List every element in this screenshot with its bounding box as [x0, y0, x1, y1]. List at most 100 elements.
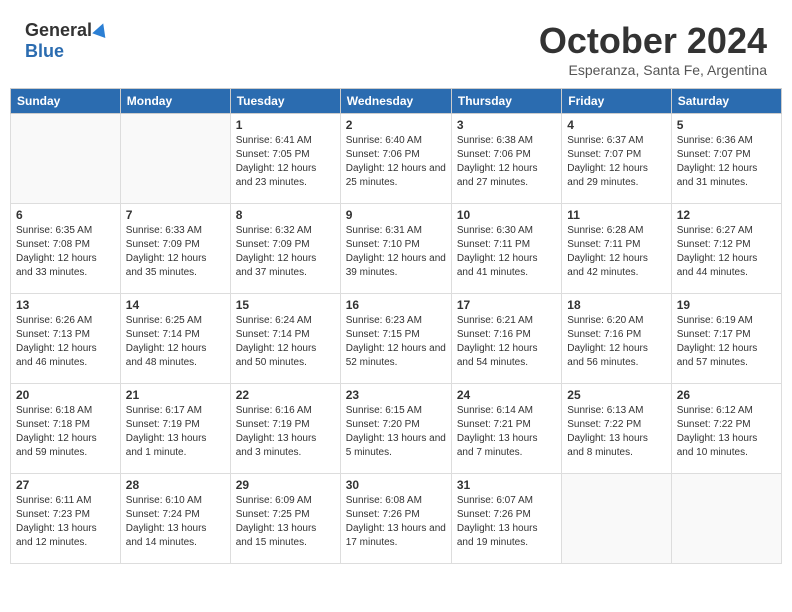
calendar-day-cell: 18 Sunrise: 6:20 AM Sunset: 7:16 PM Dayli… — [562, 294, 671, 384]
calendar-day-cell: 8Sunrise: 6:32 AM Sunset: 7:09 PM Daylig… — [230, 204, 340, 294]
day-info: Sunrise: 6:33 AM Sunset: 7:09 PM Dayligh… — [126, 224, 225, 280]
calendar-day-cell: 5Sunrise: 6:36 AM Sunset: 7:07 PM Daylig… — [671, 114, 781, 204]
day-info: Sunrise: 6:25 AM Sunset: 7:14 PM Dayligh… — [126, 314, 225, 370]
day-info: Sunrise: 6:21 AM Sunset: 7:16 PM Dayligh… — [457, 314, 556, 370]
calendar-day-cell: 24Sunrise: 6:14 AM Sunset: 7:21 PM Dayli… — [451, 384, 561, 474]
day-info: Sunrise: 6:16 AM Sunset: 7:19 PM Dayligh… — [236, 404, 335, 460]
calendar-day-cell: 2 Sunrise: 6:40 AM Sunset: 7:06 PM Daylig… — [340, 114, 451, 204]
day-info: Sunrise: 6:11 AM Sunset: 7:23 PM Dayligh… — [16, 494, 115, 550]
day-number: 20 — [16, 388, 115, 402]
calendar-day-header: Thursday — [451, 89, 561, 114]
day-number: 4 — [567, 118, 665, 132]
logo: General Blue — [25, 20, 108, 62]
calendar-day-cell: 17 Sunrise: 6:21 AM Sunset: 7:16 PM Dayli… — [451, 294, 561, 384]
month-title: October 2024 — [539, 20, 767, 62]
day-number: 13 — [16, 298, 115, 312]
day-number: 14 — [126, 298, 225, 312]
day-number: 5 — [677, 118, 776, 132]
calendar-day-cell: 23 Sunrise: 6:15 AM Sunset: 7:20 PM Dayli… — [340, 384, 451, 474]
calendar-day-cell: 7Sunrise: 6:33 AM Sunset: 7:09 PM Daylig… — [120, 204, 230, 294]
location-title: Esperanza, Santa Fe, Argentina — [539, 62, 767, 78]
calendar-day-cell: 25 Sunrise: 6:13 AM Sunset: 7:22 PM Dayli… — [562, 384, 671, 474]
calendar-week-row: 6 Sunrise: 6:35 AM Sunset: 7:08 PM Daylig… — [11, 204, 782, 294]
calendar-day-cell: 22 Sunrise: 6:16 AM Sunset: 7:19 PM Dayli… — [230, 384, 340, 474]
day-number: 26 — [677, 388, 776, 402]
calendar-day-cell: 27 Sunrise: 6:11 AM Sunset: 7:23 PM Dayli… — [11, 474, 121, 564]
day-number: 16 — [346, 298, 446, 312]
day-number: 17 — [457, 298, 556, 312]
day-info: Sunrise: 6:12 AM Sunset: 7:22 PM Dayligh… — [677, 404, 776, 460]
calendar-day-cell — [11, 114, 121, 204]
title-block: October 2024 Esperanza, Santa Fe, Argent… — [539, 20, 767, 78]
calendar-day-header: Wednesday — [340, 89, 451, 114]
day-info: Sunrise: 6:26 AM Sunset: 7:13 PM Dayligh… — [16, 314, 115, 370]
calendar-day-cell: 19Sunrise: 6:19 AM Sunset: 7:17 PM Dayli… — [671, 294, 781, 384]
calendar-day-cell: 15Sunrise: 6:24 AM Sunset: 7:14 PM Dayli… — [230, 294, 340, 384]
calendar-day-cell: 30 Sunrise: 6:08 AM Sunset: 7:26 PM Dayli… — [340, 474, 451, 564]
day-number: 27 — [16, 478, 115, 492]
calendar-day-cell — [120, 114, 230, 204]
calendar-day-cell: 26 Sunrise: 6:12 AM Sunset: 7:22 PM Dayli… — [671, 384, 781, 474]
day-number: 31 — [457, 478, 556, 492]
logo-text: General — [25, 20, 108, 41]
calendar-day-header: Tuesday — [230, 89, 340, 114]
day-number: 3 — [457, 118, 556, 132]
calendar-day-header: Friday — [562, 89, 671, 114]
day-info: Sunrise: 6:31 AM Sunset: 7:10 PM Dayligh… — [346, 224, 446, 280]
day-info: Sunrise: 6:20 AM Sunset: 7:16 PM Dayligh… — [567, 314, 665, 370]
calendar-day-cell — [671, 474, 781, 564]
calendar-table: SundayMondayTuesdayWednesdayThursdayFrid… — [10, 88, 782, 564]
calendar-day-header: Monday — [120, 89, 230, 114]
day-info: Sunrise: 6:41 AM Sunset: 7:05 PM Dayligh… — [236, 134, 335, 190]
day-number: 23 — [346, 388, 446, 402]
day-number: 1 — [236, 118, 335, 132]
day-number: 30 — [346, 478, 446, 492]
day-number: 10 — [457, 208, 556, 222]
calendar-day-cell: 29 Sunrise: 6:09 AM Sunset: 7:25 PM Dayli… — [230, 474, 340, 564]
calendar-day-cell: 21Sunrise: 6:17 AM Sunset: 7:19 PM Dayli… — [120, 384, 230, 474]
day-number: 15 — [236, 298, 335, 312]
day-number: 9 — [346, 208, 446, 222]
day-number: 2 — [346, 118, 446, 132]
day-info: Sunrise: 6:28 AM Sunset: 7:11 PM Dayligh… — [567, 224, 665, 280]
day-info: Sunrise: 6:35 AM Sunset: 7:08 PM Dayligh… — [16, 224, 115, 280]
day-number: 21 — [126, 388, 225, 402]
day-number: 12 — [677, 208, 776, 222]
calendar-day-cell: 3 Sunrise: 6:38 AM Sunset: 7:06 PM Daylig… — [451, 114, 561, 204]
day-number: 25 — [567, 388, 665, 402]
calendar-day-cell: 20 Sunrise: 6:18 AM Sunset: 7:18 PM Dayli… — [11, 384, 121, 474]
day-info: Sunrise: 6:18 AM Sunset: 7:18 PM Dayligh… — [16, 404, 115, 460]
day-info: Sunrise: 6:30 AM Sunset: 7:11 PM Dayligh… — [457, 224, 556, 280]
day-info: Sunrise: 6:09 AM Sunset: 7:25 PM Dayligh… — [236, 494, 335, 550]
calendar-day-cell: 28Sunrise: 6:10 AM Sunset: 7:24 PM Dayli… — [120, 474, 230, 564]
calendar-header-row: SundayMondayTuesdayWednesdayThursdayFrid… — [11, 89, 782, 114]
calendar-day-cell: 10 Sunrise: 6:30 AM Sunset: 7:11 PM Dayli… — [451, 204, 561, 294]
day-number: 29 — [236, 478, 335, 492]
day-info: Sunrise: 6:13 AM Sunset: 7:22 PM Dayligh… — [567, 404, 665, 460]
day-number: 22 — [236, 388, 335, 402]
calendar-week-row: 27 Sunrise: 6:11 AM Sunset: 7:23 PM Dayli… — [11, 474, 782, 564]
day-info: Sunrise: 6:40 AM Sunset: 7:06 PM Dayligh… — [346, 134, 446, 190]
day-number: 6 — [16, 208, 115, 222]
calendar-week-row: 1 Sunrise: 6:41 AM Sunset: 7:05 PM Daylig… — [11, 114, 782, 204]
day-number: 18 — [567, 298, 665, 312]
calendar-day-cell: 31 Sunrise: 6:07 AM Sunset: 7:26 PM Dayli… — [451, 474, 561, 564]
day-info: Sunrise: 6:08 AM Sunset: 7:26 PM Dayligh… — [346, 494, 446, 550]
day-number: 24 — [457, 388, 556, 402]
calendar-day-cell — [562, 474, 671, 564]
calendar-day-header: Saturday — [671, 89, 781, 114]
day-info: Sunrise: 6:15 AM Sunset: 7:20 PM Dayligh… — [346, 404, 446, 460]
day-info: Sunrise: 6:38 AM Sunset: 7:06 PM Dayligh… — [457, 134, 556, 190]
calendar-day-cell: 12Sunrise: 6:27 AM Sunset: 7:12 PM Dayli… — [671, 204, 781, 294]
day-info: Sunrise: 6:37 AM Sunset: 7:07 PM Dayligh… — [567, 134, 665, 190]
calendar-day-cell: 14 Sunrise: 6:25 AM Sunset: 7:14 PM Dayli… — [120, 294, 230, 384]
day-info: Sunrise: 6:07 AM Sunset: 7:26 PM Dayligh… — [457, 494, 556, 550]
logo-blue: Blue — [25, 41, 64, 62]
calendar-day-cell: 11Sunrise: 6:28 AM Sunset: 7:11 PM Dayli… — [562, 204, 671, 294]
day-number: 8 — [236, 208, 335, 222]
calendar-day-cell: 13 Sunrise: 6:26 AM Sunset: 7:13 PM Dayli… — [11, 294, 121, 384]
day-info: Sunrise: 6:19 AM Sunset: 7:17 PM Dayligh… — [677, 314, 776, 370]
calendar-day-cell: 6 Sunrise: 6:35 AM Sunset: 7:08 PM Daylig… — [11, 204, 121, 294]
calendar-week-row: 13 Sunrise: 6:26 AM Sunset: 7:13 PM Dayli… — [11, 294, 782, 384]
calendar-week-row: 20 Sunrise: 6:18 AM Sunset: 7:18 PM Dayli… — [11, 384, 782, 474]
